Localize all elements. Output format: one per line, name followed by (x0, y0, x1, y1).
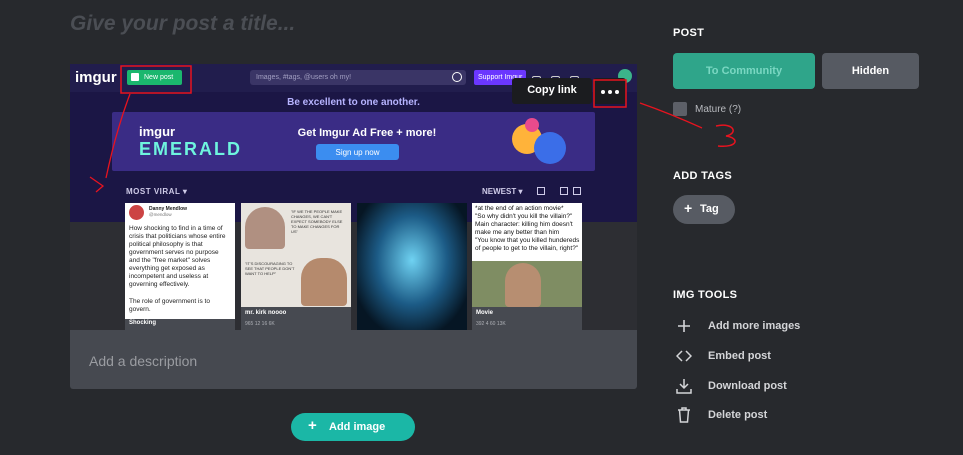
card-title: mr. kirk noooo (245, 310, 287, 316)
meme-line-1: *at the end of an action movie* (475, 205, 564, 212)
card-stats: 392 4 60 13K (476, 321, 506, 327)
post-title-input[interactable]: Give your post a title... (70, 12, 295, 36)
search-placeholder: Images, #tags, @users oh my! (256, 74, 352, 81)
banner-brand: imgur (139, 124, 176, 139)
tweet-image: Danny Mendlow @mendlow How shocking to f… (125, 203, 235, 319)
tweet-avatar (129, 205, 144, 220)
banner-signup-button: Sign up now (316, 144, 399, 160)
card-stats: 965 12 16 6K (245, 321, 275, 327)
search-bar: Images, #tags, @users oh my! (250, 70, 466, 85)
meme-image: "IF WE THE PEOPLE MAKE CHANGES, WE CAN'T… (241, 203, 351, 307)
layout-icon (537, 187, 545, 195)
post-heading: POST (673, 27, 705, 39)
tweet-text-2: The role of government is to govern. (129, 298, 210, 313)
mascot-blue (534, 132, 566, 164)
new-post-button: New post (127, 70, 182, 85)
meme-line-2: "So why didn't you kill the villain?" (475, 213, 573, 220)
description-input[interactable]: Add a description (70, 330, 637, 389)
more-dots-icon (601, 90, 605, 94)
feed-card: Danny Mendlow @mendlow How shocking to f… (125, 203, 235, 330)
tool-label: Add more images (708, 320, 801, 332)
annotation-mark-3 (715, 124, 736, 147)
portrait-1 (245, 207, 285, 249)
emerald-banner: imgur EMERALD Get Imgur Ad Free + more! … (112, 112, 595, 171)
download-icon (676, 379, 692, 394)
feed-card: *at the end of an action movie* "So why … (472, 203, 582, 330)
card-title: Shocking (129, 320, 157, 326)
delete-post-tool[interactable]: Delete post (676, 407, 826, 423)
meme-text: *at the end of an action movie* "So why … (475, 205, 581, 253)
upload-icon (131, 73, 139, 81)
plus-icon: + (308, 417, 317, 434)
most-viral-label: MOST VIRAL ▾ (126, 187, 188, 196)
more-dots-icon (608, 90, 612, 94)
tweet-text: How shocking to find in a time of crisis… (129, 225, 226, 288)
meme-line-4: "You know that you killed hundereds of p… (475, 237, 580, 252)
actor-face (505, 263, 541, 307)
embed-post-tool[interactable]: Embed post (676, 348, 826, 364)
banner-product: EMERALD (139, 139, 242, 159)
tweet-handle: @mendlow (149, 212, 172, 217)
description-placeholder: Add a description (89, 353, 198, 369)
add-more-images-tool[interactable]: Add more images (676, 318, 826, 334)
feed-card (357, 203, 467, 330)
plus-icon: + (684, 200, 693, 216)
copy-link-tooltip: Copy link (512, 78, 592, 104)
add-image-label: Add image (329, 421, 386, 433)
imgur-logo: imgur (75, 69, 117, 86)
portrait-2 (301, 258, 347, 306)
to-community-button[interactable]: To Community (673, 53, 815, 89)
tool-label: Download post (708, 380, 787, 392)
tags-heading: ADD TAGS (673, 170, 733, 182)
add-tag-button[interactable]: + Tag (673, 195, 735, 224)
download-post-tool[interactable]: Download post (676, 378, 826, 394)
newest-text: NEWEST (482, 187, 517, 196)
text-meme-image: *at the end of an action movie* "So why … (472, 203, 582, 307)
plus-icon (678, 320, 690, 332)
meme-quote-1: "IF WE THE PEOPLE MAKE CHANGES, WE CAN'T… (291, 209, 343, 234)
hidden-button[interactable]: Hidden (822, 53, 919, 89)
tool-label: Embed post (708, 350, 771, 362)
more-dots-icon (615, 90, 619, 94)
newest-label: NEWEST ▾ (482, 187, 523, 196)
grid-icon (560, 187, 568, 195)
tag-label: Tag (700, 203, 719, 215)
feed-card: "IF WE THE PEOPLE MAKE CHANGES, WE CAN'T… (241, 203, 351, 330)
card-title: Movie (476, 310, 494, 316)
water-splash-image (357, 203, 467, 330)
tools-heading: IMG TOOLS (673, 289, 738, 301)
mature-checkbox[interactable] (673, 102, 687, 116)
new-post-label: New post (144, 74, 174, 81)
add-image-button[interactable]: + Add image (291, 413, 415, 441)
trash-icon (678, 407, 690, 423)
mascot-pink (525, 118, 539, 132)
annotation-line-3 (639, 102, 703, 129)
code-icon (676, 350, 692, 362)
meme-quote-2: "IT'S DISCOURAGING TO SEE THAT PEOPLE DO… (245, 261, 295, 276)
more-options-button[interactable] (593, 78, 626, 104)
search-icon (452, 72, 462, 82)
grid-icon (573, 187, 581, 195)
most-viral-text: MOST VIRAL (126, 187, 181, 196)
banner-headline: Get Imgur Ad Free + more! (297, 127, 437, 139)
post-editor: { "post": { "title_placeholder": "Give y… (0, 0, 963, 455)
tool-label: Delete post (708, 409, 768, 421)
mature-label: Mature (?) (695, 104, 742, 115)
meme-line-3: Main character: killing him doesn't make… (475, 221, 573, 236)
